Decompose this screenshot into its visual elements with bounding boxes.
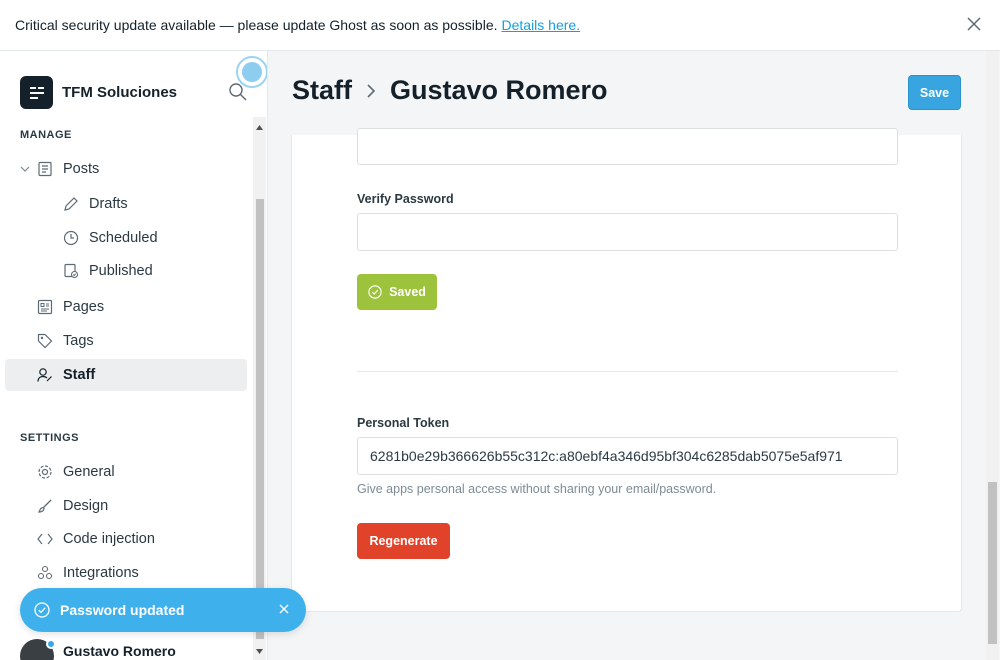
sidebar-item-published[interactable]: Published — [62, 261, 153, 281]
token-hint: Give apps personal access without sharin… — [357, 482, 717, 496]
sidebar-item-label: General — [63, 464, 115, 480]
sidebar-item-label: Drafts — [89, 196, 128, 212]
sidebar-item-label: Integrations — [63, 565, 139, 581]
scroll-up-icon[interactable] — [255, 123, 264, 132]
verify-password-field[interactable] — [357, 213, 898, 251]
scroll-down-icon[interactable] — [255, 647, 264, 656]
personal-token-field[interactable]: 6281b0e29b366626b55c312c:a80ebf4a346d95b… — [357, 437, 898, 475]
search-icon[interactable] — [228, 82, 248, 102]
banner-message: Critical security update available — ple… — [15, 17, 498, 33]
banner-close-icon[interactable] — [966, 16, 982, 32]
check-circle-icon — [34, 602, 50, 618]
main-scrollbar-thumb[interactable] — [988, 482, 997, 644]
sidebar-item-design[interactable]: Design — [36, 496, 108, 516]
integrations-icon — [36, 564, 54, 582]
page-title: Gustavo Romero — [390, 75, 608, 105]
chevron-right-icon — [367, 83, 376, 98]
sidebar-item-general[interactable]: General — [36, 462, 115, 482]
avatar — [20, 639, 56, 660]
staff-icon — [36, 366, 54, 384]
site-name: TFM Soluciones — [62, 84, 178, 101]
saved-button-label: Saved — [389, 285, 426, 299]
sidebar-item-label: Scheduled — [89, 230, 158, 246]
banner-details-link[interactable]: Details here. — [502, 17, 581, 33]
sidebar-item-label: Pages — [63, 299, 105, 315]
sidebar-item-posts[interactable]: Posts — [20, 159, 99, 179]
sidebar-item-label: Tags — [63, 333, 94, 349]
sidebar-item-label: Design — [63, 498, 109, 514]
breadcrumb-staff-link[interactable]: Staff — [292, 75, 352, 106]
sidebar-item-drafts[interactable]: Drafts — [62, 194, 128, 214]
sidebar-item-scheduled[interactable]: Scheduled — [62, 228, 158, 248]
toast-message: Password updated — [60, 602, 185, 618]
verify-password-label: Verify Password — [357, 192, 454, 206]
sidebar-item-label: Staff — [63, 367, 96, 383]
pages-icon — [36, 298, 54, 316]
manage-section-label: MANAGE — [20, 129, 72, 141]
site-logo-icon — [20, 76, 53, 109]
settings-section-label: SETTINGS — [20, 432, 80, 444]
chevron-down-icon[interactable] — [20, 164, 30, 174]
sidebar-item-label: Posts — [63, 161, 100, 177]
staff-settings-card: Verify Password Saved Personal Token 628… — [291, 128, 962, 612]
breadcrumb: Staff Gustavo Romero — [292, 75, 608, 106]
check-circle-icon — [368, 285, 382, 299]
sidebar-item-integrations[interactable]: Integrations — [36, 563, 139, 583]
personal-token-label: Personal Token — [357, 416, 450, 430]
sidebar-item-pages[interactable]: Pages — [36, 297, 104, 317]
user-name: Gustavo Romero — [63, 643, 176, 659]
tag-icon — [36, 332, 54, 350]
pencil-icon — [62, 195, 80, 213]
save-button[interactable]: Save — [908, 75, 961, 110]
sidebar: TFM Soluciones MANAGE Posts Drafts Sched… — [0, 51, 268, 660]
sidebar-item-label: Published — [89, 263, 153, 279]
posts-icon — [36, 160, 54, 178]
sidebar-item-label: Code injection — [63, 531, 155, 547]
sidebar-item-code-injection[interactable]: Code injection — [36, 529, 155, 549]
published-icon — [62, 262, 80, 280]
site-brand[interactable]: TFM Soluciones — [20, 76, 177, 109]
security-banner: Critical security update available — ple… — [0, 0, 1000, 51]
user-menu[interactable]: Gustavo Romero — [20, 639, 176, 660]
code-icon — [36, 530, 54, 548]
password-updated-toast: Password updated — [20, 588, 306, 632]
clock-icon — [62, 229, 80, 247]
sidebar-scrollbar-thumb[interactable] — [256, 199, 264, 639]
divider — [357, 371, 898, 372]
new-password-field[interactable] — [357, 128, 898, 165]
gear-icon — [36, 463, 54, 481]
page-header: Staff Gustavo Romero Save — [268, 51, 1000, 135]
regenerate-button[interactable]: Regenerate — [357, 523, 450, 559]
status-dot — [46, 639, 56, 649]
sidebar-item-staff[interactable]: Staff — [5, 359, 247, 391]
sidebar-item-tags[interactable]: Tags — [36, 331, 94, 351]
saved-button[interactable]: Saved — [357, 274, 437, 310]
brush-icon — [36, 497, 54, 515]
toast-close-icon[interactable] — [278, 603, 290, 615]
